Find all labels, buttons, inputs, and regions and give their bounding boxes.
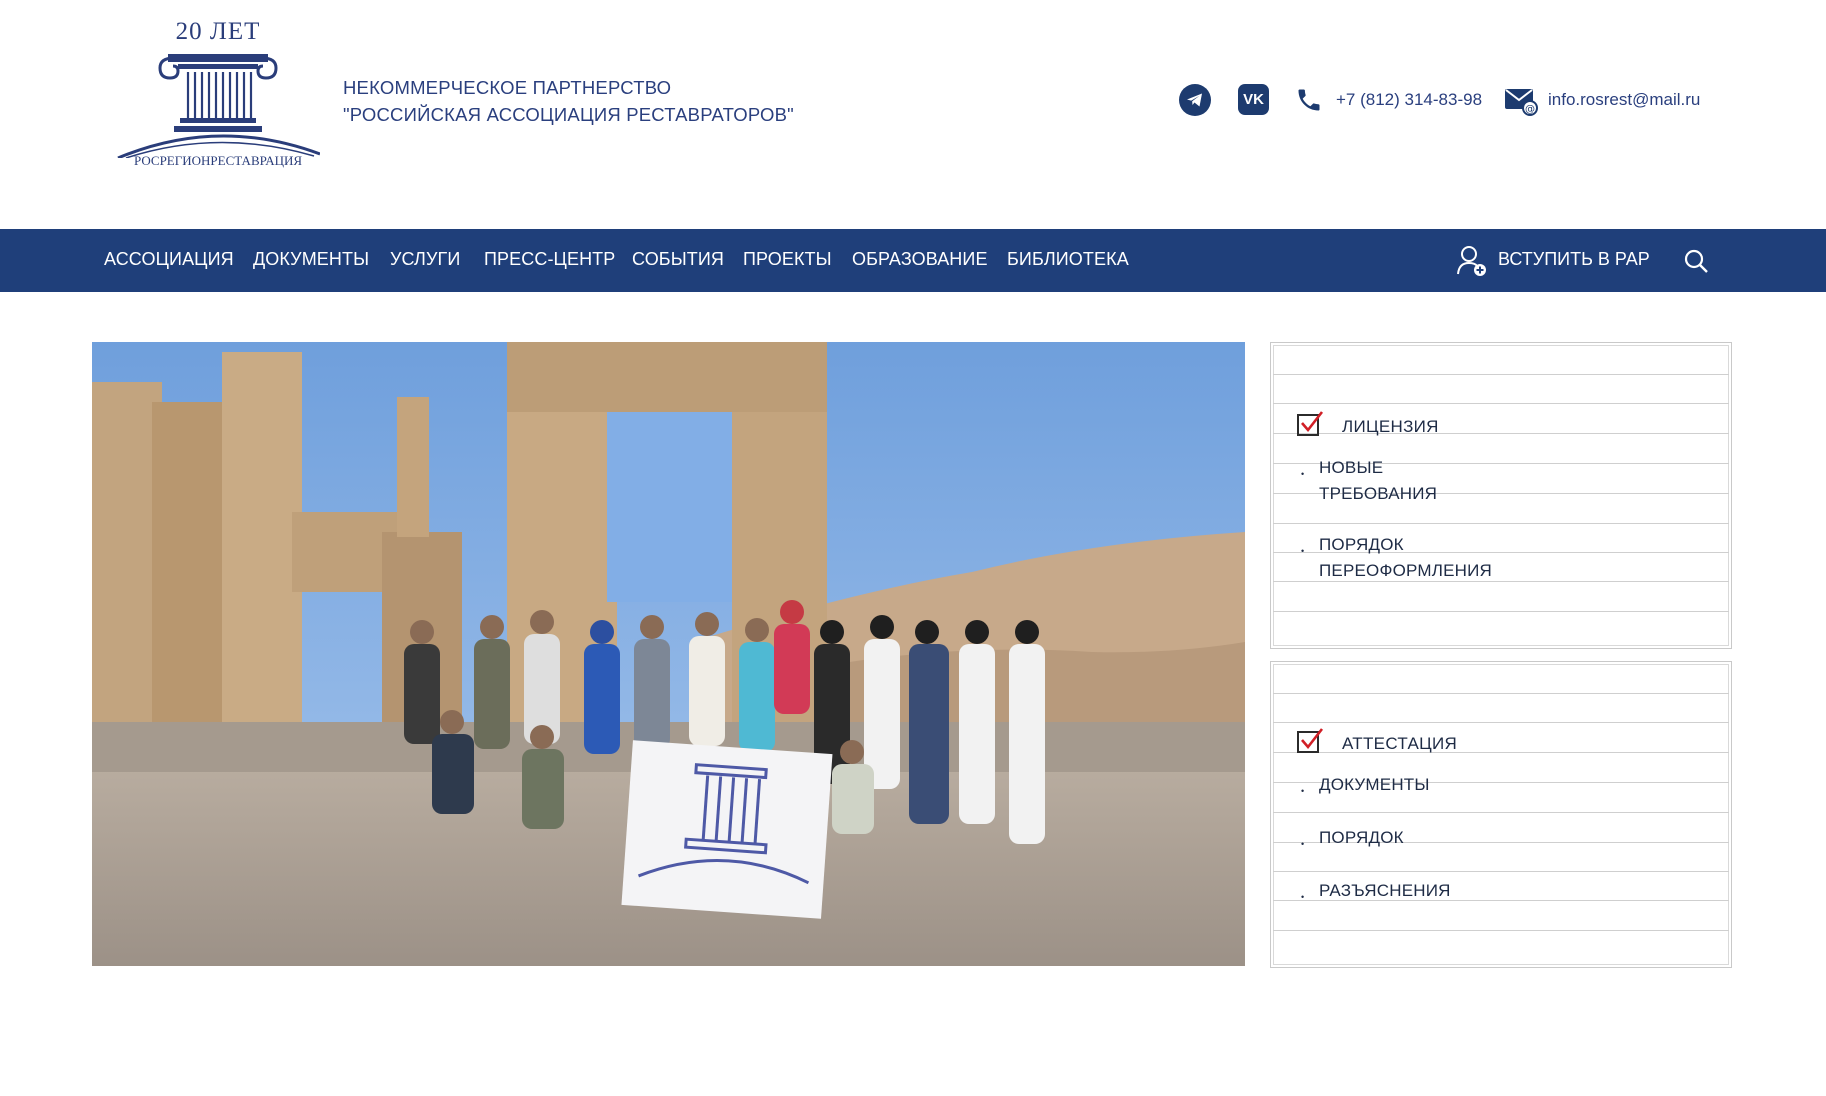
attestation-item-clarifications[interactable]: РАЗЪЯСНЕНИЯ [1301, 878, 1451, 910]
license-item-line1: НОВЫЕ [1319, 458, 1384, 477]
phone-icon [1295, 86, 1323, 119]
nav-item-library[interactable]: БИБЛИОТЕКА [1007, 249, 1129, 270]
checkbox-checked-icon [1297, 728, 1324, 753]
group-photo-persepolis [92, 342, 1245, 966]
attestation-panel-frame [1273, 664, 1729, 965]
organization-name-line1: НЕКОММЕРЧЕСКОЕ ПАРТНЕРСТВО [343, 77, 672, 98]
search-icon [1684, 249, 1708, 273]
site-header: 20 ЛЕТ РОСРЕГИОНРЕСТАВРАЦИЯ НЕКОММЕРЧЕСК… [0, 0, 1826, 229]
license-title: ЛИЦЕНЗИЯ [1342, 417, 1439, 436]
hero-photo[interactable] [92, 342, 1245, 966]
license-title-link[interactable]: ЛИЦЕНЗИЯ [1296, 409, 1438, 439]
nav-item-education[interactable]: ОБРАЗОВАНИЕ [852, 249, 988, 270]
vk-link[interactable]: VK [1238, 84, 1269, 115]
phone-link[interactable]: +7 (812) 314-83-98 [1336, 90, 1482, 110]
attestation-panel: АТТЕСТАЦИЯ ДОКУМЕНТЫ ПОРЯДОК РАЗЪЯСНЕНИЯ [1270, 661, 1732, 968]
divider [1273, 523, 1729, 524]
checkbox-checked-icon [1297, 411, 1324, 436]
divider [1273, 611, 1729, 612]
nav-item-services[interactable]: УСЛУГИ [390, 249, 460, 270]
license-item-line2: ПЕРЕОФОРМЛЕНИЯ [1319, 561, 1492, 580]
join-button-label: ВСТУПИТЬ В РАР [1498, 249, 1650, 269]
add-user-icon [1457, 246, 1486, 276]
telegram-link[interactable] [1179, 84, 1211, 116]
organization-name: НЕКОММЕРЧЕСКОЕ ПАРТНЕРСТВО "РОССИЙСКАЯ А… [343, 74, 794, 128]
license-item-new-requirements[interactable]: НОВЫЕ ТРЕБОВАНИЯ [1301, 455, 1438, 507]
logo-caption: РОСРЕГИОНРЕСТАВРАЦИЯ [133, 153, 303, 168]
attestation-item-documents[interactable]: ДОКУМЕНТЫ [1301, 772, 1430, 804]
main-navigation: АССОЦИАЦИЯ ДОКУМЕНТЫ УСЛУГИ ПРЕСС-ЦЕНТР … [0, 229, 1826, 292]
vk-icon: VK [1238, 84, 1269, 115]
attestation-title-link[interactable]: АТТЕСТАЦИЯ [1296, 726, 1457, 756]
search-button[interactable] [1683, 248, 1709, 279]
nav-item-events[interactable]: СОБЫТИЯ [632, 249, 724, 270]
divider [1273, 930, 1729, 931]
license-item-line2: ТРЕБОВАНИЯ [1319, 484, 1438, 503]
divider [1273, 374, 1729, 375]
organization-name-line2: "РОССИЙСКАЯ АССОЦИАЦИЯ РЕСТАВРАТОРОВ" [343, 104, 794, 125]
attestation-item-procedure[interactable]: ПОРЯДОК [1301, 825, 1404, 857]
ionic-column-icon [117, 54, 320, 158]
divider [1273, 722, 1729, 723]
attestation-title: АТТЕСТАЦИЯ [1342, 734, 1458, 753]
license-item-line1: ПОРЯДОК [1319, 535, 1404, 554]
email-icon: @ [1504, 86, 1538, 121]
license-panel: ЛИЦЕНЗИЯ НОВЫЕ ТРЕБОВАНИЯ ПОРЯДОК ПЕРЕОФ… [1270, 342, 1732, 649]
divider [1273, 812, 1729, 813]
telegram-icon [1179, 84, 1211, 116]
email-link[interactable]: info.rosrest@mail.ru [1548, 90, 1700, 110]
divider [1273, 871, 1729, 872]
nav-item-documents[interactable]: ДОКУМЕНТЫ [253, 249, 369, 270]
svg-text:@: @ [1525, 104, 1535, 115]
nav-item-press-center[interactable]: ПРЕСС-ЦЕНТР [484, 249, 615, 270]
divider [1273, 403, 1729, 404]
license-item-reissue-procedure[interactable]: ПОРЯДОК ПЕРЕОФОРМЛЕНИЯ [1301, 532, 1492, 584]
divider [1273, 693, 1729, 694]
nav-item-association[interactable]: АССОЦИАЦИЯ [104, 249, 234, 270]
nav-item-projects[interactable]: ПРОЕКТЫ [743, 249, 832, 270]
logo-years: 20 ЛЕТ [175, 18, 261, 45]
site-logo[interactable]: 20 ЛЕТ РОСРЕГИОНРЕСТАВРАЦИЯ [116, 16, 320, 176]
